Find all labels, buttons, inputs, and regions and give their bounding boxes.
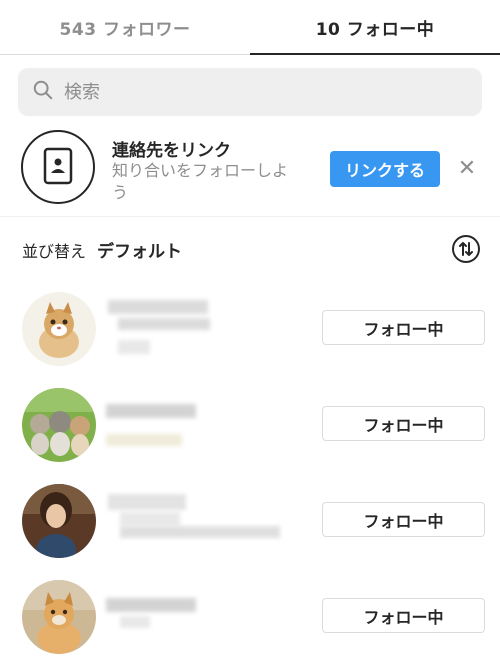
sort-arrows-icon[interactable] bbox=[452, 235, 480, 263]
list-item[interactable]: フォロー中 bbox=[0, 388, 500, 478]
search-input[interactable] bbox=[62, 80, 466, 104]
following-button[interactable]: フォロー中 bbox=[322, 406, 485, 441]
close-icon[interactable]: ✕ bbox=[456, 156, 478, 181]
list-item[interactable]: フォロー中 bbox=[0, 580, 500, 670]
link-contacts-button[interactable]: リンクする bbox=[330, 151, 440, 187]
contacts-title: 連絡先をリンク bbox=[112, 141, 231, 161]
search-icon bbox=[32, 79, 54, 105]
list-item[interactable]: フォロー中 bbox=[0, 292, 500, 382]
tab-following[interactable]: 10 フォロー中 bbox=[250, 0, 500, 55]
follow-tabs: 543 フォロワー 10 フォロー中 bbox=[0, 0, 500, 55]
search-bar[interactable] bbox=[18, 68, 482, 116]
contacts-book-icon bbox=[21, 130, 95, 204]
following-button[interactable]: フォロー中 bbox=[322, 502, 485, 537]
following-button[interactable]: フォロー中 bbox=[322, 598, 485, 633]
contacts-description: 知り合いをフォローしよう bbox=[112, 161, 289, 202]
sort-value[interactable]: デフォルト bbox=[97, 237, 182, 262]
list-item[interactable]: フォロー中 bbox=[0, 484, 500, 574]
kitten-avatar[interactable] bbox=[22, 292, 96, 366]
person-avatar[interactable] bbox=[22, 484, 96, 558]
three-kittens-avatar[interactable] bbox=[22, 388, 96, 462]
cat-avatar[interactable] bbox=[22, 580, 96, 654]
sort-label: 並び替え bbox=[22, 242, 87, 261]
following-button[interactable]: フォロー中 bbox=[322, 310, 485, 345]
tab-followers[interactable]: 543 フォロワー bbox=[0, 0, 250, 54]
